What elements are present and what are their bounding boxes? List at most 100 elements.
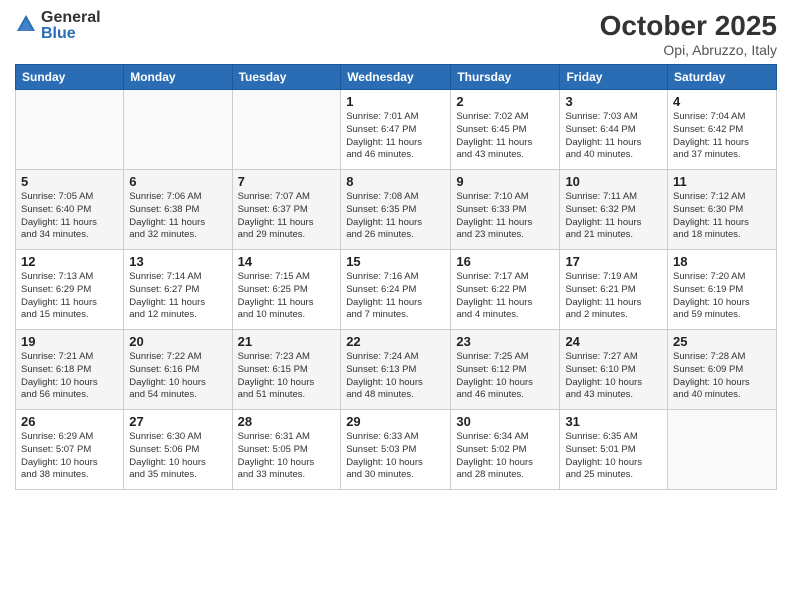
day-info: Sunrise: 7:07 AM Sunset: 6:37 PM Dayligh… [238, 191, 336, 242]
calendar-cell: 25Sunrise: 7:28 AM Sunset: 6:09 PM Dayli… [668, 330, 777, 410]
calendar-cell [16, 90, 124, 170]
calendar-cell: 4 Sunrise: 7:04 AM Sunset: 6:42 PM Daylig… [668, 90, 777, 170]
calendar-cell: 23 Sunrise: 7:25 AM Sunset: 6:12 PM Dayli… [451, 330, 560, 410]
day-number: 28 [238, 414, 336, 429]
logo-icon [15, 13, 37, 40]
logo: General Blue [15, 10, 101, 42]
day-info: Sunrise: 7:11 AM Sunset: 6:32 PM Dayligh… [565, 191, 662, 242]
calendar-cell: 12Sunrise: 7:13 AM Sunset: 6:29 PM Dayli… [16, 250, 124, 330]
calendar-week-1: 1 Sunrise: 7:01 AM Sunset: 6:47 PM Daylig… [16, 90, 777, 170]
calendar-cell: 31 Sunrise: 6:35 AM Sunset: 5:01 PM Dayli… [560, 410, 668, 490]
weekday-header-thursday: Thursday [451, 65, 560, 90]
day-info: Sunrise: 7:02 AM Sunset: 6:45 PM Dayligh… [456, 111, 554, 162]
day-info: Sunrise: 7:04 AM Sunset: 6:42 PM Dayligh… [673, 111, 771, 162]
day-number: 6 [129, 174, 226, 189]
calendar-cell: 1 Sunrise: 7:01 AM Sunset: 6:47 PM Daylig… [341, 90, 451, 170]
day-info: Sunrise: 7:15 AM Sunset: 6:25 PM Dayligh… [238, 271, 336, 322]
calendar-cell: 20 Sunrise: 7:22 AM Sunset: 6:16 PM Dayli… [124, 330, 232, 410]
day-number: 21 [238, 334, 336, 349]
day-info: Sunrise: 7:12 AM Sunset: 6:30 PM Dayligh… [673, 191, 771, 242]
calendar-week-2: 5Sunrise: 7:05 AM Sunset: 6:40 PM Daylig… [16, 170, 777, 250]
day-info: Sunrise: 7:24 AM Sunset: 6:13 PM Dayligh… [346, 351, 445, 402]
day-number: 20 [129, 334, 226, 349]
weekday-header-tuesday: Tuesday [232, 65, 341, 90]
day-info: Sunrise: 6:31 AM Sunset: 5:05 PM Dayligh… [238, 431, 336, 482]
day-info: Sunrise: 6:34 AM Sunset: 5:02 PM Dayligh… [456, 431, 554, 482]
calendar-cell: 17Sunrise: 7:19 AM Sunset: 6:21 PM Dayli… [560, 250, 668, 330]
day-number: 1 [346, 94, 445, 109]
calendar-cell: 11Sunrise: 7:12 AM Sunset: 6:30 PM Dayli… [668, 170, 777, 250]
calendar-week-4: 19 Sunrise: 7:21 AM Sunset: 6:18 PM Dayli… [16, 330, 777, 410]
calendar-cell: 27 Sunrise: 6:30 AM Sunset: 5:06 PM Dayli… [124, 410, 232, 490]
day-info: Sunrise: 7:19 AM Sunset: 6:21 PM Dayligh… [565, 271, 662, 322]
day-number: 29 [346, 414, 445, 429]
calendar-cell: 21Sunrise: 7:23 AM Sunset: 6:15 PM Dayli… [232, 330, 341, 410]
calendar-cell: 10 Sunrise: 7:11 AM Sunset: 6:32 PM Dayli… [560, 170, 668, 250]
day-number: 27 [129, 414, 226, 429]
day-info: Sunrise: 7:22 AM Sunset: 6:16 PM Dayligh… [129, 351, 226, 402]
day-info: Sunrise: 7:14 AM Sunset: 6:27 PM Dayligh… [129, 271, 226, 322]
location-title: Opi, Abruzzo, Italy [600, 42, 777, 58]
day-number: 23 [456, 334, 554, 349]
calendar-cell: 26 Sunrise: 6:29 AM Sunset: 5:07 PM Dayli… [16, 410, 124, 490]
calendar-cell: 13Sunrise: 7:14 AM Sunset: 6:27 PM Dayli… [124, 250, 232, 330]
calendar-cell: 7 Sunrise: 7:07 AM Sunset: 6:37 PM Daylig… [232, 170, 341, 250]
calendar-cell: 5Sunrise: 7:05 AM Sunset: 6:40 PM Daylig… [16, 170, 124, 250]
calendar-cell [124, 90, 232, 170]
calendar-cell: 30 Sunrise: 6:34 AM Sunset: 5:02 PM Dayli… [451, 410, 560, 490]
day-number: 15 [346, 254, 445, 269]
day-number: 14 [238, 254, 336, 269]
calendar-cell: 9Sunrise: 7:10 AM Sunset: 6:33 PM Daylig… [451, 170, 560, 250]
day-number: 4 [673, 94, 771, 109]
day-number: 12 [21, 254, 118, 269]
day-number: 18 [673, 254, 771, 269]
logo-blue-text: Blue [41, 26, 101, 42]
day-number: 30 [456, 414, 554, 429]
calendar-week-3: 12Sunrise: 7:13 AM Sunset: 6:29 PM Dayli… [16, 250, 777, 330]
weekday-header-wednesday: Wednesday [341, 65, 451, 90]
calendar-cell: 15 Sunrise: 7:16 AM Sunset: 6:24 PM Dayli… [341, 250, 451, 330]
day-info: Sunrise: 7:28 AM Sunset: 6:09 PM Dayligh… [673, 351, 771, 402]
weekday-header-row: SundayMondayTuesdayWednesdayThursdayFrid… [16, 65, 777, 90]
calendar-cell [232, 90, 341, 170]
calendar-cell: 2Sunrise: 7:02 AM Sunset: 6:45 PM Daylig… [451, 90, 560, 170]
calendar-cell: 19 Sunrise: 7:21 AM Sunset: 6:18 PM Dayli… [16, 330, 124, 410]
calendar-cell: 24 Sunrise: 7:27 AM Sunset: 6:10 PM Dayli… [560, 330, 668, 410]
day-number: 7 [238, 174, 336, 189]
day-number: 10 [565, 174, 662, 189]
day-info: Sunrise: 7:08 AM Sunset: 6:35 PM Dayligh… [346, 191, 445, 242]
day-info: Sunrise: 6:29 AM Sunset: 5:07 PM Dayligh… [21, 431, 118, 482]
day-info: Sunrise: 7:17 AM Sunset: 6:22 PM Dayligh… [456, 271, 554, 322]
logo-general-text: General [41, 10, 101, 26]
calendar-week-5: 26 Sunrise: 6:29 AM Sunset: 5:07 PM Dayli… [16, 410, 777, 490]
calendar-cell [668, 410, 777, 490]
day-number: 24 [565, 334, 662, 349]
title-area: October 2025 Opi, Abruzzo, Italy [600, 10, 777, 58]
day-info: Sunrise: 7:20 AM Sunset: 6:19 PM Dayligh… [673, 271, 771, 322]
page-container: General Blue October 2025 Opi, Abruzzo, … [0, 0, 792, 495]
day-info: Sunrise: 7:06 AM Sunset: 6:38 PM Dayligh… [129, 191, 226, 242]
weekday-header-sunday: Sunday [16, 65, 124, 90]
day-number: 3 [565, 94, 662, 109]
calendar-cell: 18 Sunrise: 7:20 AM Sunset: 6:19 PM Dayli… [668, 250, 777, 330]
calendar-cell: 22Sunrise: 7:24 AM Sunset: 6:13 PM Dayli… [341, 330, 451, 410]
day-info: Sunrise: 6:35 AM Sunset: 5:01 PM Dayligh… [565, 431, 662, 482]
day-number: 16 [456, 254, 554, 269]
day-info: Sunrise: 7:25 AM Sunset: 6:12 PM Dayligh… [456, 351, 554, 402]
day-info: Sunrise: 7:16 AM Sunset: 6:24 PM Dayligh… [346, 271, 445, 322]
day-number: 31 [565, 414, 662, 429]
day-info: Sunrise: 6:30 AM Sunset: 5:06 PM Dayligh… [129, 431, 226, 482]
calendar-cell: 3Sunrise: 7:03 AM Sunset: 6:44 PM Daylig… [560, 90, 668, 170]
day-info: Sunrise: 7:21 AM Sunset: 6:18 PM Dayligh… [21, 351, 118, 402]
day-info: Sunrise: 7:01 AM Sunset: 6:47 PM Dayligh… [346, 111, 445, 162]
calendar-cell: 16 Sunrise: 7:17 AM Sunset: 6:22 PM Dayli… [451, 250, 560, 330]
day-number: 26 [21, 414, 118, 429]
calendar-cell: 14 Sunrise: 7:15 AM Sunset: 6:25 PM Dayli… [232, 250, 341, 330]
day-number: 19 [21, 334, 118, 349]
day-info: Sunrise: 7:27 AM Sunset: 6:10 PM Dayligh… [565, 351, 662, 402]
calendar-cell: 28 Sunrise: 6:31 AM Sunset: 5:05 PM Dayli… [232, 410, 341, 490]
month-title: October 2025 [600, 10, 777, 42]
weekday-header-saturday: Saturday [668, 65, 777, 90]
day-info: Sunrise: 6:33 AM Sunset: 5:03 PM Dayligh… [346, 431, 445, 482]
day-number: 8 [346, 174, 445, 189]
